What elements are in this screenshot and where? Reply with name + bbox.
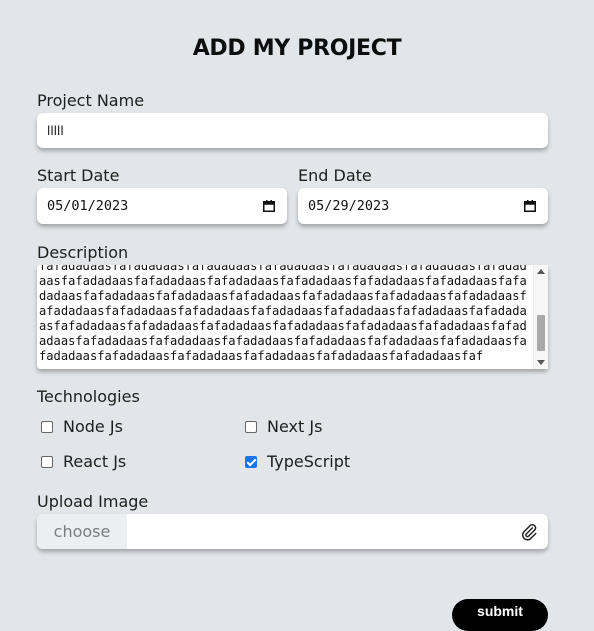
tech-option-typescript[interactable]: TypeScript xyxy=(245,452,350,471)
typescript-label[interactable]: TypeScript xyxy=(267,452,350,471)
scroll-up-arrow-icon[interactable] xyxy=(537,269,545,274)
project-name-input[interactable] xyxy=(37,113,548,148)
end-date-label: End Date xyxy=(298,166,372,185)
description-content: fafadadaasfafadadaasfafadadaasfafadadaas… xyxy=(39,265,527,363)
typescript-checkbox[interactable] xyxy=(245,455,257,468)
end-date-field[interactable]: 05/29/2023 xyxy=(298,188,548,224)
description-text[interactable]: fafadadaasfafadadaasfafadadaasfafadadaas… xyxy=(37,265,534,369)
upload-image-label: Upload Image xyxy=(37,492,149,511)
start-date-value[interactable]: 05/01/2023 xyxy=(47,198,128,214)
end-date-value[interactable]: 05/29/2023 xyxy=(308,198,389,214)
choose-file-button[interactable]: choose xyxy=(37,514,127,549)
description-scrollbar[interactable] xyxy=(533,265,548,369)
react-js-checkbox[interactable] xyxy=(41,455,53,468)
submit-button[interactable]: submit xyxy=(452,599,548,631)
start-date-label: Start Date xyxy=(37,166,120,185)
page-title: ADD MY PROJECT xyxy=(192,36,402,61)
start-date-field[interactable]: 05/01/2023 xyxy=(37,188,287,224)
tech-option-react-js[interactable]: React Js xyxy=(41,452,126,471)
scrollbar-thumb[interactable] xyxy=(537,315,545,351)
upload-image-field[interactable]: choose xyxy=(37,514,548,549)
description-textarea[interactable]: fafadadaasfafadadaasfafadadaasfafadadaas… xyxy=(37,265,548,369)
tech-option-node-js[interactable]: Node Js xyxy=(41,417,123,436)
technologies-label: Technologies xyxy=(37,387,140,406)
next-js-label[interactable]: Next Js xyxy=(267,417,322,436)
scroll-down-arrow-icon[interactable] xyxy=(537,360,545,365)
calendar-icon[interactable] xyxy=(263,200,275,212)
calendar-icon[interactable] xyxy=(524,200,536,212)
description-label: Description xyxy=(37,243,129,262)
node-js-checkbox[interactable] xyxy=(41,420,53,433)
next-js-checkbox[interactable] xyxy=(245,420,257,433)
react-js-label[interactable]: React Js xyxy=(63,452,126,471)
tech-option-next-js[interactable]: Next Js xyxy=(245,417,322,436)
project-name-label: Project Name xyxy=(37,91,145,110)
project-name-field[interactable] xyxy=(37,113,548,148)
paperclip-icon[interactable] xyxy=(520,523,538,541)
node-js-label[interactable]: Node Js xyxy=(63,417,123,436)
